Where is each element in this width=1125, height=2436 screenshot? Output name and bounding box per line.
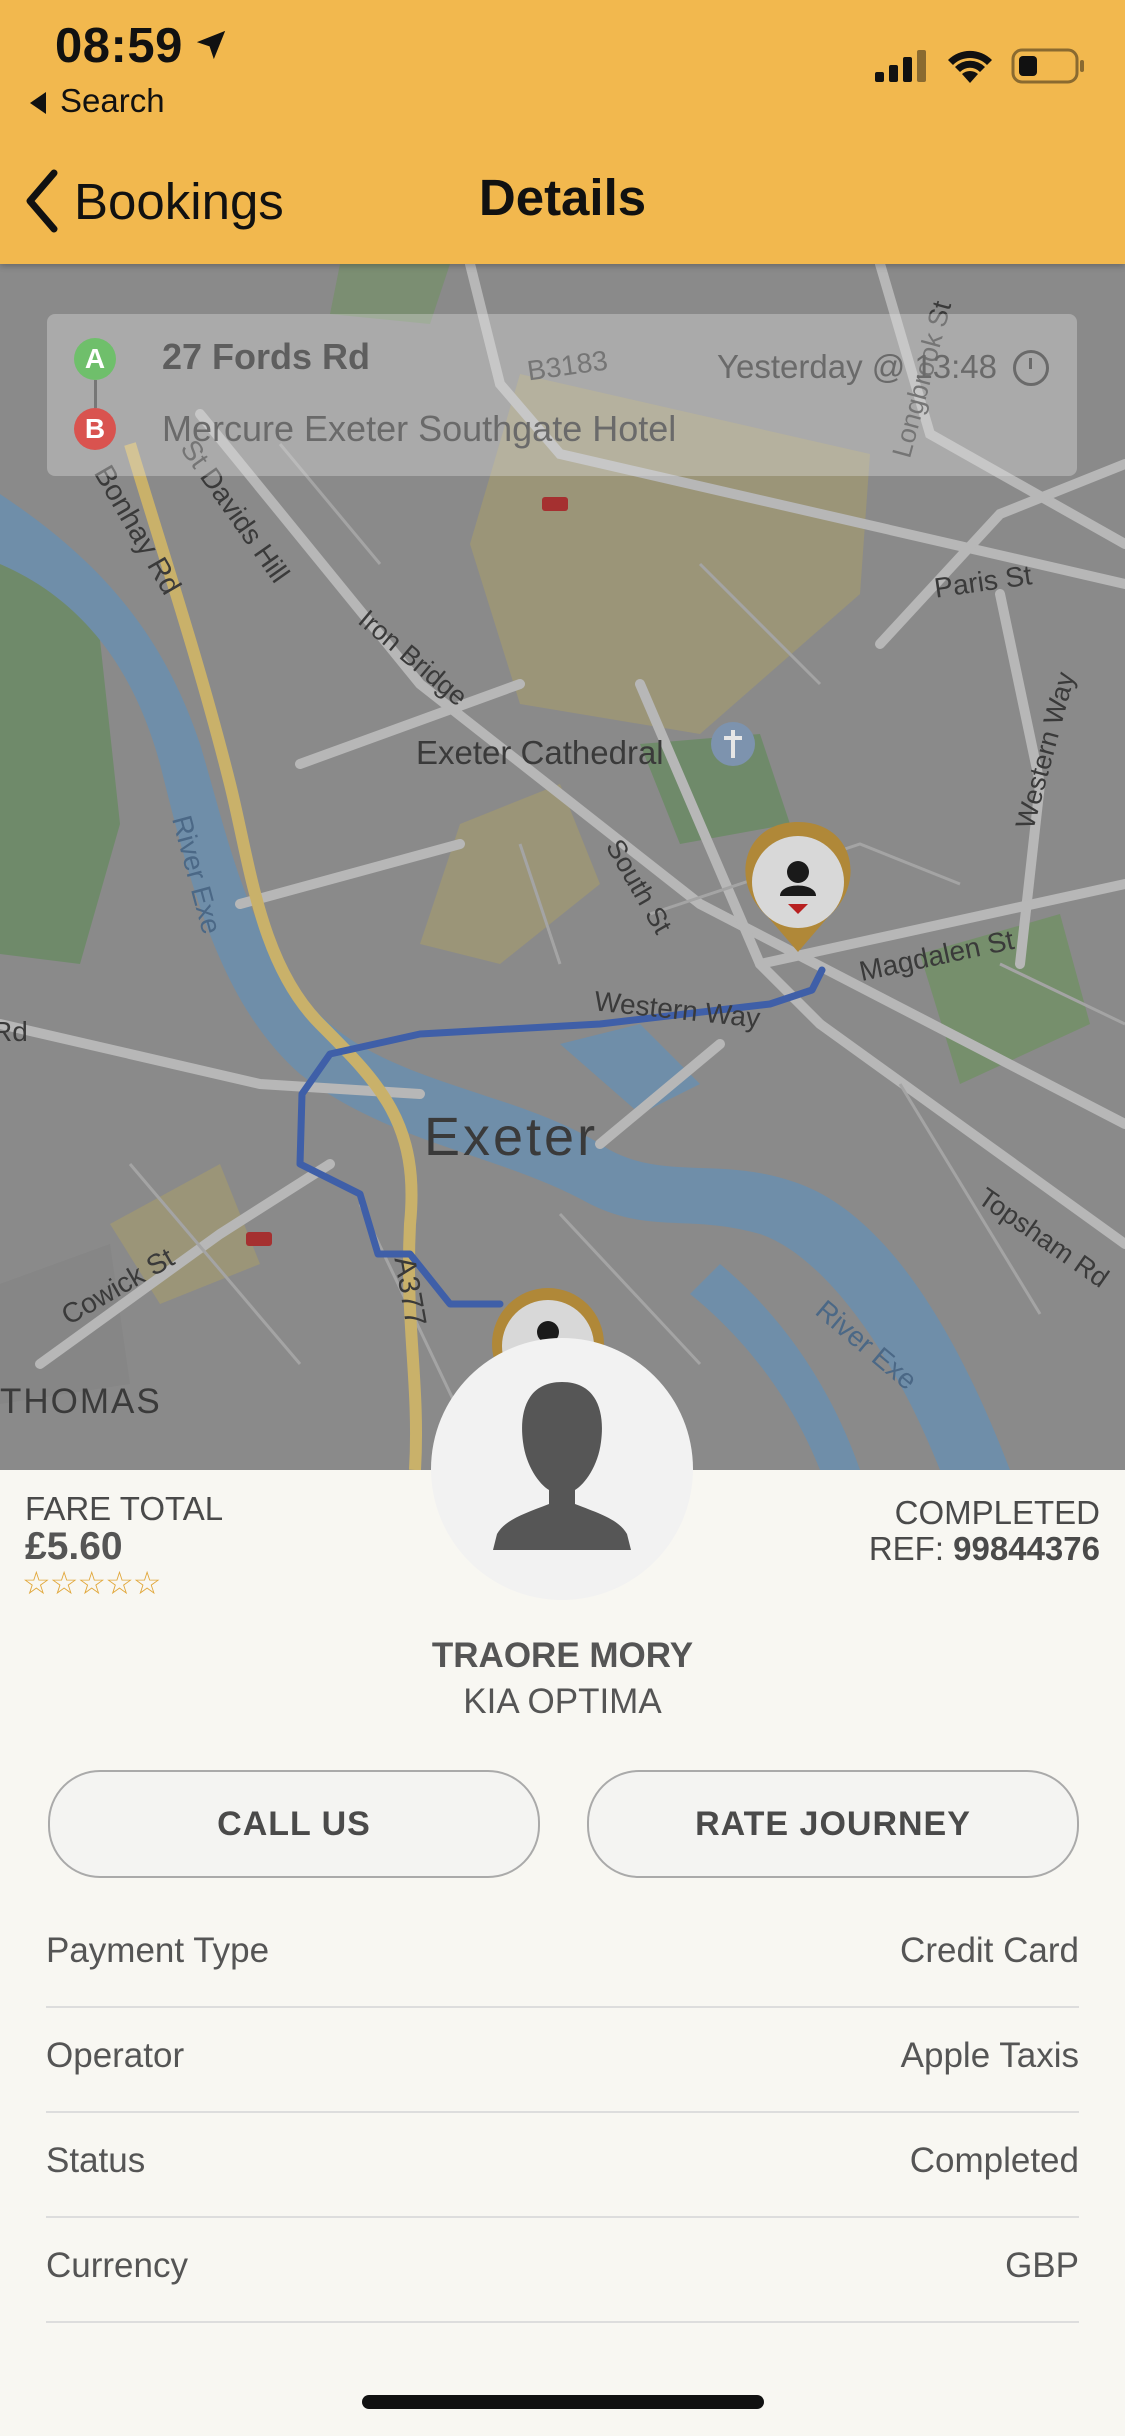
detail-value: Apple Taxis — [900, 2036, 1079, 2075]
booking-ref-label: REF: — [868, 1530, 954, 1567]
map-label-exeter: Exeter — [424, 1107, 599, 1167]
status-time: 08:59 — [55, 19, 183, 73]
booking-ref-number: 99844376 — [953, 1530, 1100, 1567]
pickup-marker-a: A — [74, 338, 116, 380]
route-connector — [94, 380, 97, 408]
rate-journey-button[interactable]: RATE JOURNEY — [587, 1770, 1079, 1878]
detail-key: Status — [46, 2141, 146, 2180]
detail-value: GBP — [1005, 2246, 1079, 2285]
cathedral-pin-icon — [711, 722, 755, 766]
dropoff-address: Mercure Exeter Southgate Hotel — [162, 408, 677, 449]
navigation-header: 08:59 Search Bookings Details — [0, 0, 1125, 264]
rating-stars: ☆☆☆☆☆ — [22, 1565, 161, 1601]
status-back-label: Search — [60, 82, 165, 119]
fare-total-label: FARE TOTAL — [25, 1490, 224, 1527]
fare-total-amount: £5.60 — [25, 1525, 123, 1568]
detail-value: Credit Card — [900, 1931, 1079, 1970]
person-silhouette-icon — [493, 1382, 631, 1550]
detail-row-currency: Currency GBP — [46, 2216, 1079, 2323]
detail-key: Operator — [46, 2036, 185, 2075]
cellular-signal-icon — [875, 50, 926, 82]
status-indicators — [875, 48, 1085, 84]
clock-icon — [1013, 350, 1049, 386]
booking-time: Yesterday @ 13:48 — [717, 348, 997, 385]
detail-key: Payment Type — [46, 1931, 270, 1970]
location-arrow-icon — [196, 30, 226, 60]
back-triangle-icon — [30, 92, 46, 114]
status-back-to-app[interactable]: Search — [30, 82, 165, 120]
detail-value: Completed — [909, 2141, 1079, 2180]
map-label-rd: Rd — [0, 1016, 28, 1047]
map-label-cathedral: Exeter Cathedral — [416, 734, 664, 771]
call-us-button[interactable]: CALL US — [48, 1770, 540, 1878]
route-summary-card[interactable]: A B 27 Fords Rd Mercure Exeter Southgate… — [47, 314, 1077, 476]
detail-row-operator: Operator Apple Taxis — [46, 2006, 1079, 2113]
booking-ref: REF: 99844376 — [869, 1530, 1100, 1568]
detail-row-payment-type: Payment Type Credit Card — [46, 1901, 1079, 2008]
driver-avatar — [431, 1338, 693, 1600]
detail-key: Currency — [46, 2246, 188, 2285]
home-indicator[interactable] — [362, 2395, 764, 2409]
vehicle-model: KIA OPTIMA — [463, 1682, 662, 1721]
booking-status: COMPLETED — [894, 1494, 1100, 1531]
journey-map[interactable]: B3183 Longbrook St St Davids Hill Bonhay… — [0, 264, 1125, 1470]
battery-icon — [1011, 48, 1084, 84]
detail-row-status: Status Completed — [46, 2111, 1079, 2218]
wifi-icon — [948, 50, 992, 83]
driver-name: TRAORE MORY — [431, 1636, 694, 1675]
pickup-address: 27 Fords Rd — [162, 336, 371, 377]
map-label-thomas: THOMAS — [0, 1382, 162, 1421]
dropoff-marker-b: B — [74, 408, 116, 450]
page-title: Details — [478, 169, 647, 226]
